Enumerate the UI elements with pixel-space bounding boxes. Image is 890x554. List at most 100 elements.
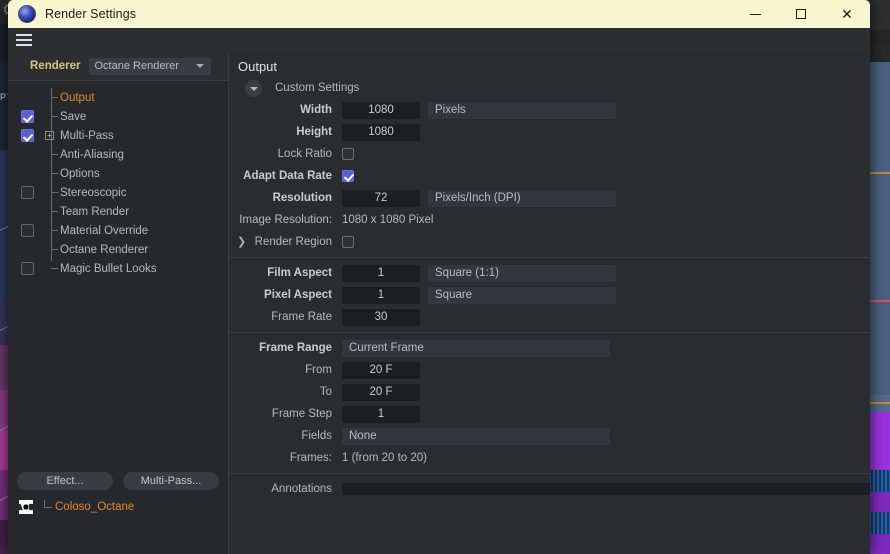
frames-row: Frames: 1 (from 20 to 20) <box>229 447 870 469</box>
window-toolbar <box>8 28 870 51</box>
pixel-aspect-label: Pixel Aspect <box>264 289 332 301</box>
adapt-data-rate-row: Adapt Data Rate <box>229 165 870 187</box>
frame-step-label: Frame Step <box>271 408 332 420</box>
lock-ratio-label: Lock Ratio <box>277 148 332 160</box>
tree-dash-line <box>51 116 58 117</box>
tree-item-magic-bullet-looks[interactable]: Magic Bullet Looks <box>8 259 228 278</box>
tree-item-checkbox[interactable] <box>21 224 34 237</box>
tree-item-output[interactable]: Output <box>8 88 228 107</box>
close-button[interactable]: ✕ <box>824 0 870 28</box>
tree-item-checkbox[interactable] <box>21 129 34 142</box>
tree-dash-line <box>44 507 52 508</box>
custom-settings-row: Custom Settings <box>229 77 870 99</box>
window-title: Render Settings <box>45 7 137 21</box>
maximize-button[interactable] <box>778 0 824 28</box>
to-row: To 20 F <box>229 381 870 403</box>
tree-item-label: Magic Bullet Looks <box>60 262 157 275</box>
tree-item-options[interactable]: Options <box>8 164 228 183</box>
render-preset-label: Coloso_Octane <box>55 501 135 513</box>
tree-item-checkbox[interactable] <box>21 186 34 199</box>
render-region-row: ❯ Render Region <box>229 231 870 253</box>
tree-dash-line <box>51 97 58 98</box>
render-region-checkbox[interactable] <box>342 236 354 248</box>
tree-dash-line <box>51 230 58 231</box>
from-row: From 20 F <box>229 359 870 381</box>
adapt-data-rate-checkbox[interactable] <box>342 170 354 182</box>
frame-step-input[interactable]: 1 <box>342 405 420 423</box>
tree-item-label: Multi-Pass <box>60 129 114 142</box>
from-input[interactable]: 20 F <box>342 361 420 379</box>
render-settings-tree: Output Save + Multi-Pass Anti-Aliasing Option… <box>8 81 228 466</box>
multi-pass-button[interactable]: Multi-Pass... <box>123 472 219 490</box>
cinema4d-sphere-icon <box>18 5 36 23</box>
pixel-aspect-row: Pixel Aspect 1 Square <box>229 284 870 306</box>
window-titlebar: Render Settings ✕ <box>8 0 870 28</box>
renderer-dropdown-value: Octane Renderer <box>94 60 179 72</box>
tree-item-multi-pass[interactable]: + Multi-Pass <box>8 126 228 145</box>
section-divider <box>229 257 870 258</box>
film-aspect-preset-dropdown[interactable]: Square (1:1) <box>428 264 616 282</box>
frame-rate-input[interactable]: 30 <box>342 308 420 326</box>
fields-dropdown[interactable]: None <box>342 427 610 445</box>
renderer-label: Renderer <box>30 60 81 72</box>
tree-item-label: Anti-Aliasing <box>60 148 124 161</box>
to-input[interactable]: 20 F <box>342 383 420 401</box>
width-unit-dropdown[interactable]: Pixels <box>428 101 616 119</box>
left-panel-footer: Effect... Multi-Pass... Coloso_Octane <box>8 466 228 554</box>
settings-tree-panel: Renderer Octane Renderer Output Save + Mult… <box>8 51 228 554</box>
tree-item-material-override[interactable]: Material Override <box>8 221 228 240</box>
tree-item-label: Material Override <box>60 224 149 237</box>
tree-item-checkbox[interactable] <box>21 110 34 123</box>
expand-plus-icon[interactable]: + <box>45 131 54 140</box>
tree-item-save[interactable]: Save <box>8 107 228 126</box>
resolution-unit-dropdown[interactable]: Pixels/Inch (DPI) <box>428 189 616 207</box>
pixel-aspect-input[interactable]: 1 <box>342 286 420 304</box>
fields-row: Fields None <box>229 425 870 447</box>
chevron-down-icon <box>195 64 204 68</box>
pixel-aspect-preset-dropdown[interactable]: Square <box>428 286 616 304</box>
tree-item-stereoscopic[interactable]: Stereoscopic <box>8 183 228 202</box>
film-aspect-preset-value: Square (1:1) <box>435 267 499 279</box>
desktop-background: ⚙ PT Render Settings ✕ <box>0 0 890 554</box>
effect-button[interactable]: Effect... <box>17 472 113 490</box>
tree-dash-line <box>51 154 58 155</box>
tree-item-team-render[interactable]: Team Render <box>8 202 228 221</box>
image-resolution-value: 1080 x 1080 Pixel <box>342 214 434 226</box>
tree-dash-line <box>51 249 58 250</box>
render-preset-row[interactable]: Coloso_Octane <box>8 497 228 517</box>
maximize-icon <box>796 9 806 19</box>
annotations-row: Annotations <box>229 478 870 495</box>
height-input[interactable]: 1080 <box>342 123 420 141</box>
film-aspect-input[interactable]: 1 <box>342 264 420 282</box>
fields-value: None <box>349 430 377 442</box>
tree-item-octane-renderer[interactable]: Octane Renderer <box>8 240 228 259</box>
to-label: To <box>319 386 332 398</box>
minimize-button[interactable] <box>732 0 778 28</box>
preset-dropdown-button[interactable] <box>245 79 262 97</box>
width-row: Width 1080 Pixels <box>229 99 870 121</box>
height-row: Height 1080 <box>229 121 870 143</box>
annotations-textarea[interactable] <box>342 483 870 495</box>
section-divider <box>229 473 870 474</box>
resolution-input[interactable]: 72 <box>342 189 420 207</box>
tree-item-checkbox[interactable] <box>21 262 34 275</box>
chevron-right-icon[interactable]: ❯ <box>237 236 246 248</box>
from-label: From <box>305 364 332 376</box>
pixel-aspect-preset-value: Square <box>435 289 473 301</box>
renderer-dropdown[interactable]: Octane Renderer <box>88 57 211 75</box>
hamburger-menu-icon[interactable] <box>16 33 32 46</box>
tree-dash-line <box>51 268 58 269</box>
section-divider <box>229 332 870 333</box>
tree-item-anti-aliasing[interactable]: Anti-Aliasing <box>8 145 228 164</box>
lock-ratio-row: Lock Ratio <box>229 143 870 165</box>
output-settings-panel: Output Custom Settings Width 1080 Pixels… <box>229 51 870 554</box>
width-unit-value: Pixels <box>435 104 466 116</box>
close-icon: ✕ <box>841 6 853 22</box>
tree-dash-line <box>51 192 58 193</box>
frame-range-dropdown[interactable]: Current Frame <box>342 339 610 357</box>
lock-ratio-checkbox[interactable] <box>342 148 354 160</box>
tree-item-label: Options <box>60 167 100 180</box>
tree-dash-line <box>51 173 58 174</box>
width-input[interactable]: 1080 <box>342 101 420 119</box>
adapt-data-rate-label: Adapt Data Rate <box>243 170 332 182</box>
